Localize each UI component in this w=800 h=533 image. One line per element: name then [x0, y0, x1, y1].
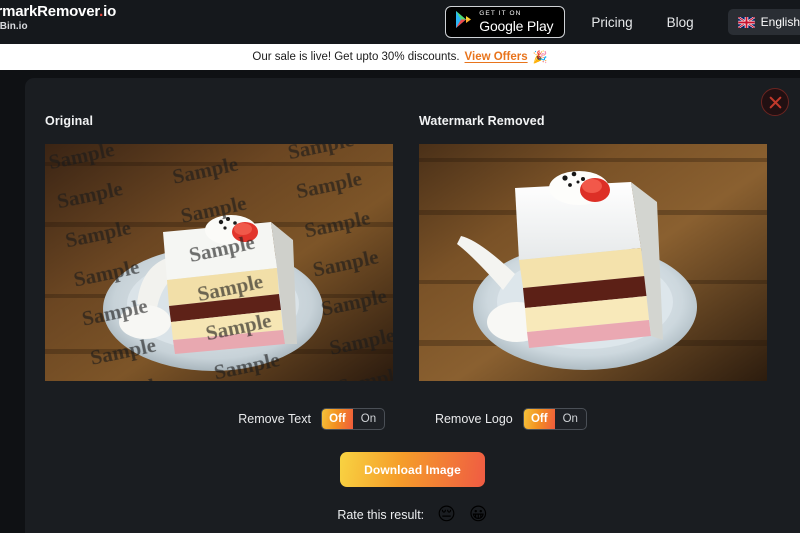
- remove-logo-label: Remove Logo: [434, 412, 513, 426]
- google-play-text: GET IT ON Google Play: [479, 9, 554, 35]
- panel-original: Original: [45, 114, 393, 381]
- google-play-tagline: GET IT ON: [479, 9, 522, 17]
- remove-logo-off-option[interactable]: Off: [523, 409, 555, 429]
- remove-text-on-option[interactable]: On: [353, 409, 384, 429]
- google-play-button[interactable]: GET IT ON Google Play: [445, 6, 566, 38]
- uk-flag-icon: [737, 16, 755, 28]
- rate-label: Rate this result:: [337, 508, 425, 522]
- download-section: Download Image: [25, 452, 800, 487]
- remove-logo-toggle[interactable]: Off On: [522, 408, 587, 430]
- google-play-icon: [455, 10, 472, 34]
- rating-section: Rate this result: 😔 😀: [25, 506, 800, 524]
- sale-banner-text: Our sale is live! Get upto 30% discounts…: [252, 51, 460, 63]
- result-image[interactable]: [419, 144, 767, 381]
- comparison-panels: Original Watermark Removed: [45, 114, 780, 381]
- language-label: English: [760, 15, 800, 29]
- language-selector[interactable]: English: [727, 9, 800, 35]
- page-root: WatermarkRemover.io by PixelBin.io GET I…: [0, 0, 800, 533]
- top-navigation-bar: WatermarkRemover.io by PixelBin.io GET I…: [0, 0, 800, 44]
- close-button[interactable]: [761, 88, 789, 116]
- party-popper-icon: 🎉: [532, 50, 548, 64]
- original-image[interactable]: Sample: [45, 144, 393, 381]
- sale-banner: Our sale is live! Get upto 30% discounts…: [0, 44, 800, 70]
- brand-subtitle: by PixelBin.io: [0, 21, 28, 32]
- nav-link-blog[interactable]: Blog: [667, 15, 694, 30]
- download-image-button[interactable]: Download Image: [340, 452, 485, 487]
- remove-logo-control: Remove Logo Off On: [435, 408, 587, 430]
- google-play-label: Google Play: [479, 18, 554, 35]
- option-toggles: Remove Text Off On Remove Logo Off On: [25, 408, 800, 430]
- panel-watermark-removed: Watermark Removed: [419, 114, 767, 381]
- remove-text-control: Remove Text Off On: [238, 408, 385, 430]
- brand-name: WatermarkRemover.io: [0, 3, 117, 20]
- view-offers-link[interactable]: View Offers: [465, 51, 528, 63]
- remove-text-off-option[interactable]: Off: [321, 409, 353, 429]
- brand-logo[interactable]: WatermarkRemover.io by PixelBin.io: [0, 4, 116, 32]
- result-modal: Original Watermark Removed Remove Text O…: [25, 78, 800, 533]
- panel-original-title: Original: [45, 114, 94, 128]
- rate-positive-button[interactable]: 😀: [469, 506, 488, 524]
- remove-logo-on-option[interactable]: On: [555, 409, 586, 429]
- nav-link-pricing[interactable]: Pricing: [591, 15, 632, 30]
- remove-text-toggle[interactable]: Off On: [320, 408, 385, 430]
- panel-removed-title: Watermark Removed: [419, 114, 545, 128]
- nav-right-group: GET IT ON Google Play Pricing Blog Engli: [445, 0, 800, 44]
- remove-text-label: Remove Text: [238, 412, 311, 426]
- rate-negative-button[interactable]: 😔: [437, 506, 456, 524]
- close-icon: [769, 96, 781, 108]
